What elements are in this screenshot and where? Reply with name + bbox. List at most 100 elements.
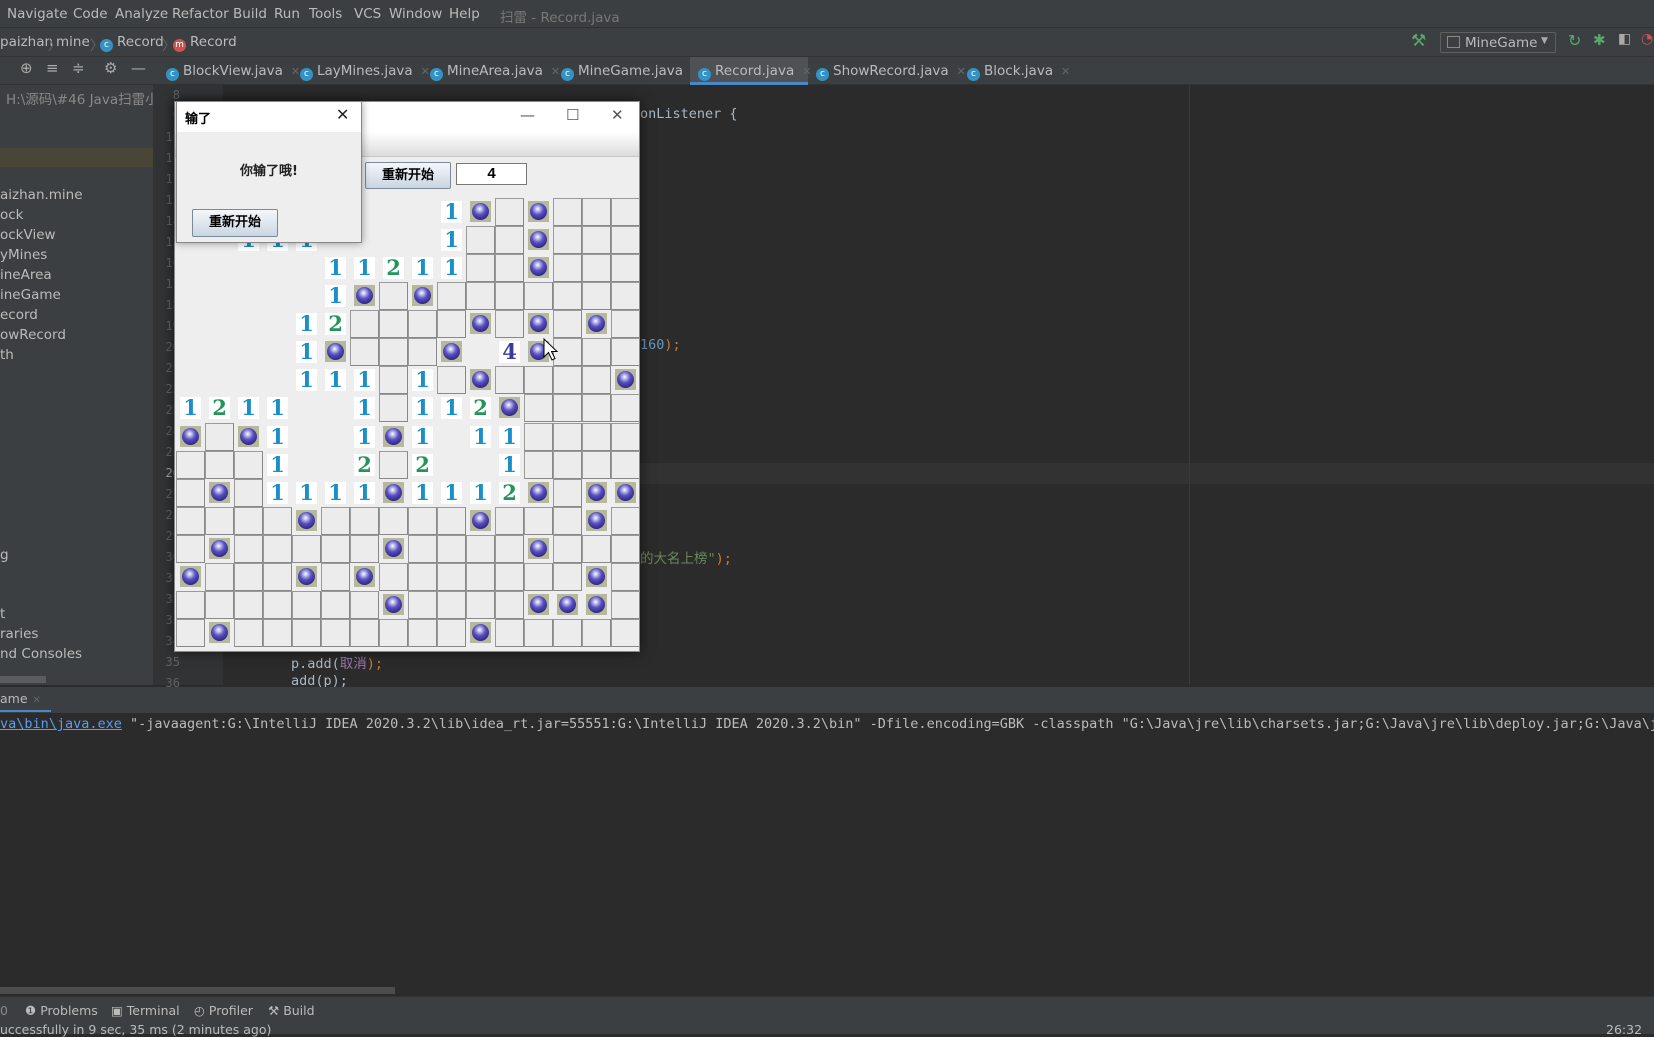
- open-cell[interactable]: [408, 226, 437, 254]
- hammer-build-icon[interactable]: ⚒: [1411, 31, 1426, 51]
- covered-cell[interactable]: [582, 534, 611, 563]
- horizontal-scrollbar[interactable]: [0, 676, 46, 683]
- tree-item[interactable]: ineGame: [0, 287, 61, 303]
- number-cell[interactable]: 1: [466, 423, 495, 451]
- tree-item[interactable]: th: [0, 347, 14, 363]
- profile-icon[interactable]: ◔: [1641, 31, 1653, 47]
- covered-cell[interactable]: [379, 338, 408, 367]
- covered-cell[interactable]: [495, 506, 524, 535]
- tree-item[interactable]: yMines: [0, 247, 47, 263]
- close-icon[interactable]: ✕: [336, 105, 349, 124]
- mine-cell[interactable]: [379, 423, 408, 451]
- number-cell[interactable]: 1: [350, 423, 379, 451]
- open-cell[interactable]: [321, 394, 350, 422]
- covered-cell[interactable]: [176, 534, 205, 563]
- number-cell[interactable]: 1: [321, 282, 350, 310]
- tool-problems[interactable]: ❶ Problems: [25, 1003, 98, 1018]
- mine-cell[interactable]: [524, 254, 553, 282]
- mine-cell[interactable]: [466, 310, 495, 338]
- covered-cell[interactable]: [524, 506, 553, 535]
- covered-cell[interactable]: [350, 310, 379, 339]
- covered-cell[interactable]: [321, 590, 350, 619]
- mine-cell[interactable]: [524, 535, 553, 563]
- tab-blockview[interactable]: c BlockView.java ✕: [158, 57, 308, 85]
- covered-cell[interactable]: [611, 618, 640, 647]
- open-cell[interactable]: [263, 282, 292, 310]
- open-cell[interactable]: [234, 254, 263, 282]
- covered-cell[interactable]: [582, 282, 611, 311]
- mine-cell[interactable]: [292, 563, 321, 591]
- console-scrollbar[interactable]: [0, 987, 395, 994]
- close-icon[interactable]: ✕: [611, 106, 624, 124]
- number-cell[interactable]: 1: [321, 366, 350, 394]
- close-icon[interactable]: ✕: [1061, 65, 1070, 78]
- covered-cell[interactable]: [582, 366, 611, 395]
- tree-item[interactable]: aizhan.mine: [0, 187, 83, 203]
- menu-navigate[interactable]: Navigate: [7, 6, 68, 22]
- dialog-restart-button[interactable]: 重新开始: [192, 209, 278, 237]
- tab-block[interactable]: c Block.java ✕: [959, 57, 1078, 85]
- open-cell[interactable]: [205, 254, 234, 282]
- tab-minegame[interactable]: cMineGame.java✕: [553, 57, 708, 85]
- open-cell[interactable]: [263, 254, 292, 282]
- covered-cell[interactable]: [611, 282, 640, 311]
- covered-cell[interactable]: [524, 366, 553, 395]
- breadcrumb-method[interactable]: m Record: [173, 34, 237, 52]
- console-output[interactable]: va\bin\java.exe "-javaagent:G:\IntelliJ …: [0, 713, 1654, 990]
- mine-cell[interactable]: [524, 479, 553, 507]
- rerun-icon[interactable]: ↻: [1568, 31, 1581, 50]
- mine-cell[interactable]: [205, 619, 234, 647]
- open-cell[interactable]: [292, 282, 321, 310]
- number-cell[interactable]: 1: [176, 394, 205, 422]
- tool-terminal[interactable]: ▣ Terminal: [111, 1003, 180, 1018]
- open-cell[interactable]: [205, 366, 234, 394]
- menu-tools[interactable]: Tools: [309, 6, 342, 22]
- covered-cell[interactable]: [234, 506, 263, 535]
- covered-cell[interactable]: [176, 450, 205, 479]
- number-cell[interactable]: 1: [437, 254, 466, 282]
- covered-cell[interactable]: [582, 226, 611, 255]
- covered-cell[interactable]: [176, 590, 205, 619]
- open-cell[interactable]: [466, 451, 495, 479]
- tree-item[interactable]: ock: [0, 207, 24, 223]
- covered-cell[interactable]: [495, 310, 524, 339]
- covered-cell[interactable]: [553, 254, 582, 283]
- covered-cell[interactable]: [263, 590, 292, 619]
- open-cell[interactable]: [321, 451, 350, 479]
- mine-cell[interactable]: [611, 366, 640, 394]
- mine-cell[interactable]: [205, 479, 234, 507]
- mine-cell[interactable]: [495, 394, 524, 422]
- covered-cell[interactable]: [234, 562, 263, 591]
- mine-cell[interactable]: [553, 591, 582, 619]
- number-cell[interactable]: 1: [321, 479, 350, 507]
- gear-icon[interactable]: ⚙: [104, 59, 117, 77]
- covered-cell[interactable]: [205, 450, 234, 479]
- mine-cell[interactable]: [379, 535, 408, 563]
- number-cell[interactable]: 2: [205, 394, 234, 422]
- covered-cell[interactable]: [611, 198, 640, 226]
- mine-cell[interactable]: [582, 591, 611, 619]
- covered-cell[interactable]: [524, 394, 553, 423]
- covered-cell[interactable]: [466, 590, 495, 619]
- maximize-icon[interactable]: ☐: [566, 106, 579, 124]
- open-cell[interactable]: [321, 423, 350, 451]
- number-cell[interactable]: 1: [408, 254, 437, 282]
- open-cell[interactable]: [234, 366, 263, 394]
- covered-cell[interactable]: [611, 394, 640, 423]
- mine-cell[interactable]: [466, 507, 495, 535]
- covered-cell[interactable]: [263, 562, 292, 591]
- covered-cell[interactable]: [553, 618, 582, 647]
- covered-cell[interactable]: [495, 590, 524, 619]
- code-line-36[interactable]: add(p);: [291, 673, 348, 687]
- number-cell[interactable]: 1: [437, 479, 466, 507]
- tab-showrecord[interactable]: c ShowRecord.java ✕: [808, 57, 974, 85]
- breadcrumb-package[interactable]: paizhan: [0, 34, 53, 50]
- open-cell[interactable]: [292, 451, 321, 479]
- covered-cell[interactable]: [350, 338, 379, 367]
- covered-cell[interactable]: [524, 562, 553, 591]
- covered-cell[interactable]: [611, 254, 640, 283]
- number-cell[interactable]: 1: [350, 366, 379, 394]
- covered-cell[interactable]: [292, 590, 321, 619]
- mine-cell[interactable]: [524, 226, 553, 254]
- covered-cell[interactable]: [408, 310, 437, 339]
